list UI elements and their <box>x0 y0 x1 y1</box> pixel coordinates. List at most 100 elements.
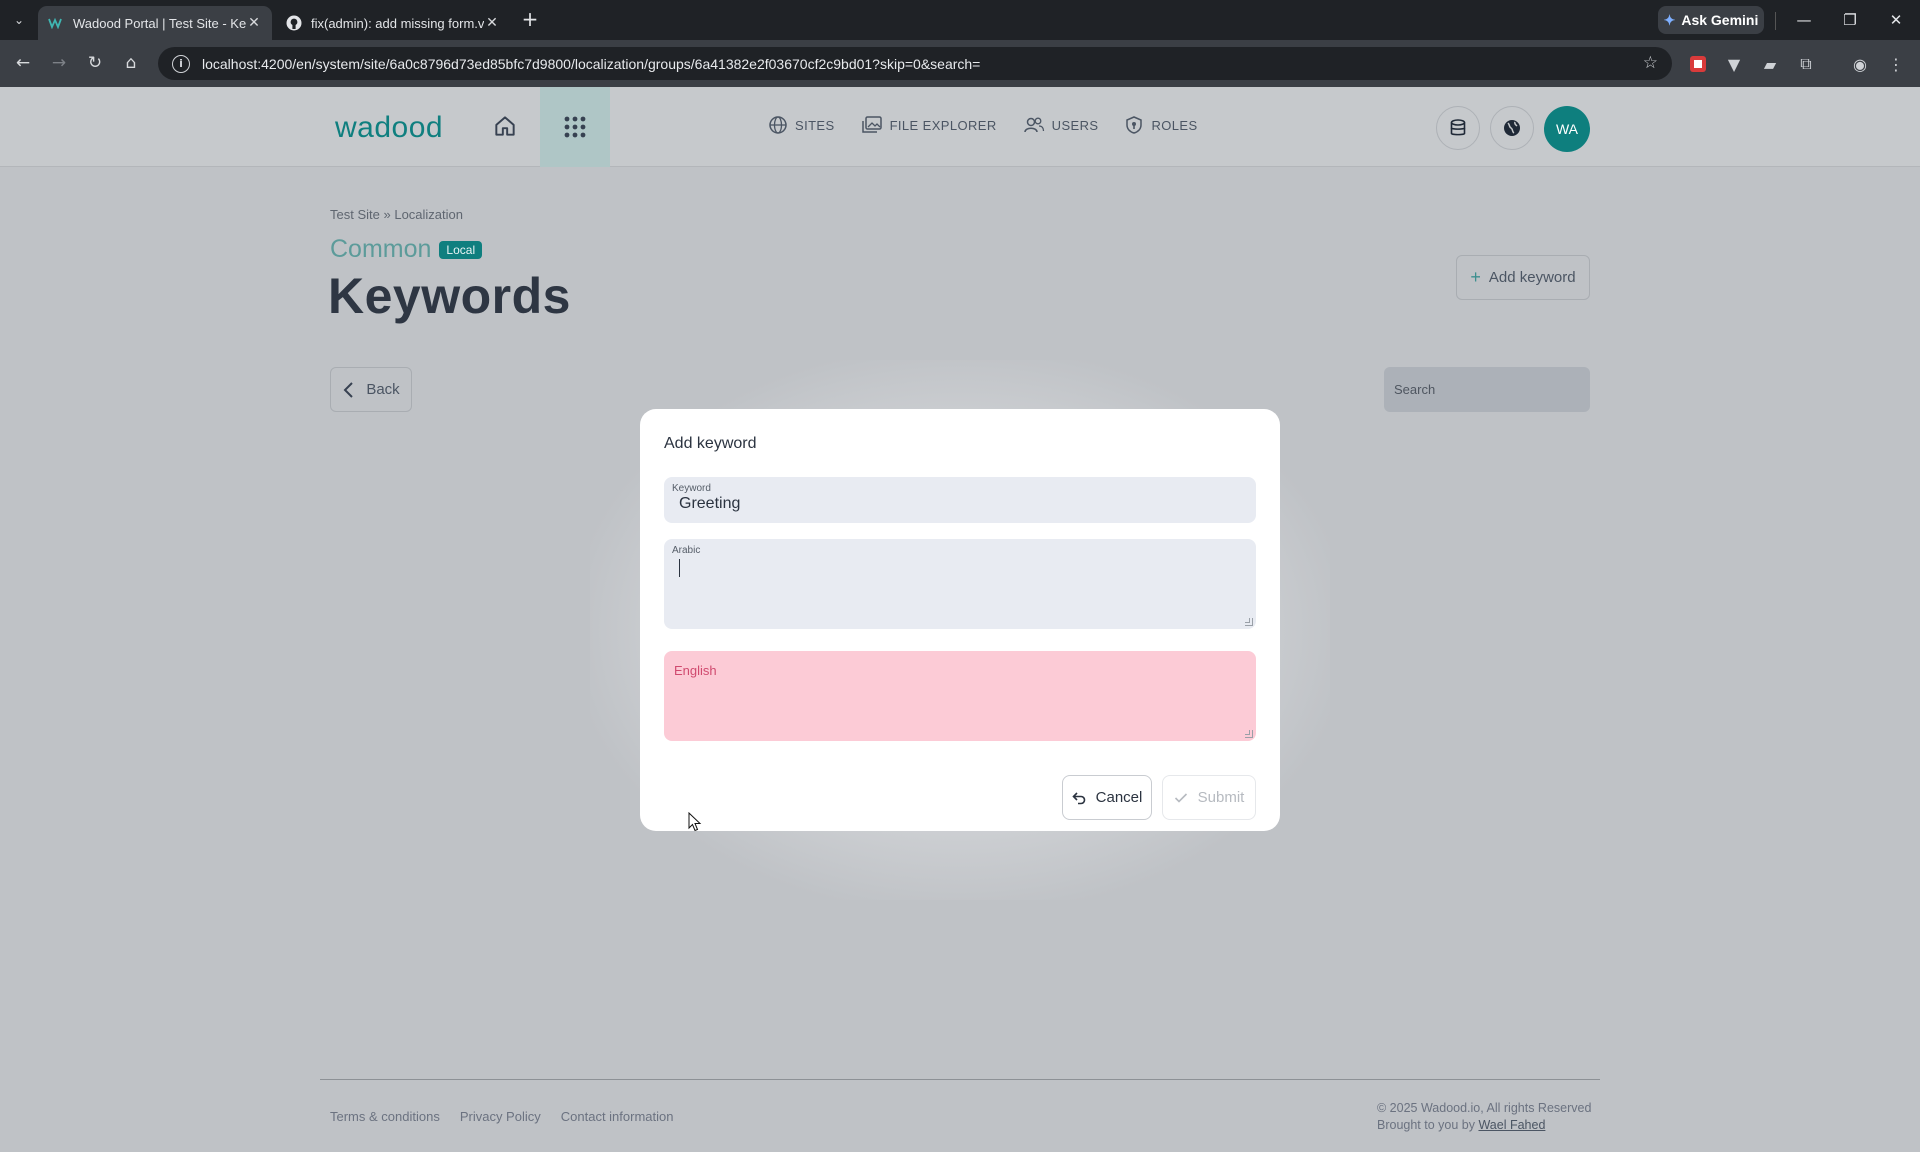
arabic-label: Arabic <box>672 545 701 556</box>
copyright-text: © 2025 Wadood.io, All rights Reserved <box>1377 1101 1592 1115</box>
tab-title: Wadood Portal | Test Site - Keywords <box>73 15 246 31</box>
forward-arrow-icon[interactable]: → <box>46 50 72 76</box>
menu-kebab-icon[interactable]: ⋮ <box>1884 52 1908 76</box>
breadcrumb-site[interactable]: Test Site <box>330 207 380 222</box>
breadcrumb-section[interactable]: Localization <box>394 207 463 222</box>
author-link[interactable]: Wael Fahed <box>1478 1118 1545 1132</box>
breadcrumb-separator: » <box>383 207 391 222</box>
extension-cards-icon[interactable]: ▰ <box>1758 52 1782 76</box>
apps-grid-icon <box>564 116 586 138</box>
nav-sites[interactable]: SITES <box>768 115 835 135</box>
gemini-sparkle-icon: ✦ <box>1663 11 1676 28</box>
home-icon[interactable] <box>492 113 518 139</box>
url-text: localhost:4200/en/system/site/6a0c8796d7… <box>202 55 981 72</box>
github-favicon-icon <box>286 15 302 31</box>
browser-tab-bar: ⌄ Wadood Portal | Test Site - Keywords ✕… <box>0 0 1920 40</box>
app-header: wadood SITES FILE EXPLORER USERS ROLES W… <box>0 87 1920 167</box>
restore-icon[interactable]: ❐ <box>1832 6 1868 34</box>
cancel-button[interactable]: Cancel <box>1062 775 1152 820</box>
back-arrow-icon[interactable]: ← <box>10 50 36 76</box>
new-tab-button[interactable]: + <box>518 8 542 32</box>
section-title: Common <box>330 235 432 263</box>
footer-link-contact[interactable]: Contact information <box>561 1109 674 1124</box>
back-button[interactable]: Back <box>330 367 412 412</box>
site-info-icon[interactable]: i <box>172 54 190 73</box>
english-label: English <box>674 663 717 678</box>
shield-icon <box>1126 116 1143 134</box>
add-keyword-button[interactable]: + Add keyword <box>1456 255 1590 300</box>
status-badge: Local <box>439 240 483 259</box>
chevron-left-icon <box>343 381 354 398</box>
avatar[interactable]: WA <box>1544 106 1590 152</box>
nav-file-explorer[interactable]: FILE EXPLORER <box>861 115 997 135</box>
resize-handle[interactable] <box>1245 730 1253 738</box>
browser-tab-active[interactable]: Wadood Portal | Test Site - Keywords ✕ <box>38 6 272 40</box>
submit-label: Submit <box>1197 789 1245 806</box>
ask-gemini-label: Ask Gemini <box>1681 12 1759 28</box>
footer-divider <box>320 1079 1600 1080</box>
tab-title: fix(admin): add missing form.value <box>311 15 484 31</box>
users-icon <box>1023 117 1044 133</box>
keyword-field[interactable]: Keyword Greeting <box>664 477 1256 523</box>
extension-red-icon[interactable] <box>1686 52 1710 76</box>
database-button[interactable] <box>1436 106 1480 150</box>
minimize-icon[interactable]: — <box>1786 6 1822 34</box>
credits-line: Brought to you by Wael Fahed <box>1377 1117 1591 1134</box>
nav-users-label: USERS <box>1051 117 1099 133</box>
undo-icon <box>1072 791 1085 804</box>
page-title: Keywords <box>328 268 571 324</box>
search-input[interactable] <box>1384 367 1590 412</box>
keyword-label: Keyword <box>672 483 711 494</box>
extensions-puzzle-icon[interactable]: ⧉ <box>1794 52 1818 76</box>
arabic-textarea[interactable]: Arabic <box>664 539 1256 629</box>
browser-toolbar: ← → ↻ ⌂ i localhost:4200/en/system/site/… <box>0 40 1920 87</box>
footer-link-privacy[interactable]: Privacy Policy <box>460 1109 541 1124</box>
apps-grid-button[interactable] <box>540 87 610 167</box>
browser-tab-inactive[interactable]: fix(admin): add missing form.value ✕ <box>276 6 510 40</box>
section-heading: Common Local <box>330 235 483 264</box>
add-keyword-dialog: Add keyword Keyword Greeting Arabic Engl… <box>640 409 1280 831</box>
mouse-cursor-icon <box>688 812 702 832</box>
add-keyword-label: Add keyword <box>1488 269 1576 286</box>
text-caret <box>679 559 680 577</box>
keyword-value: Greeting <box>679 495 741 512</box>
cancel-label: Cancel <box>1095 789 1143 806</box>
nav-file-explorer-label: FILE EXPLORER <box>889 117 997 133</box>
images-icon <box>861 116 882 133</box>
extension-v-icon[interactable]: ▼ <box>1722 52 1746 76</box>
address-bar[interactable]: i localhost:4200/en/system/site/6a0c8796… <box>158 47 1672 80</box>
footer-links: Terms & conditions Privacy Policy Contac… <box>330 1109 673 1124</box>
dialog-title: Add keyword <box>664 435 757 452</box>
profile-icon[interactable]: ◉ <box>1848 52 1872 76</box>
close-tab-icon[interactable]: ✕ <box>484 15 500 31</box>
nav-roles[interactable]: ROLES <box>1124 115 1197 135</box>
english-textarea[interactable]: English <box>664 651 1256 741</box>
nav-users[interactable]: USERS <box>1023 115 1099 135</box>
plus-icon: + <box>1470 267 1481 287</box>
footer-link-terms[interactable]: Terms & conditions <box>330 1109 440 1124</box>
submit-button[interactable]: Submit <box>1162 775 1256 820</box>
globe-icon <box>769 116 787 134</box>
main-nav: SITES FILE EXPLORER USERS ROLES <box>768 115 1198 135</box>
breadcrumb: Test Site » Localization <box>330 207 463 222</box>
tab-search-button[interactable]: ⌄ <box>6 8 32 32</box>
back-label: Back <box>366 381 400 398</box>
bookmark-star-icon[interactable]: ☆ <box>1643 53 1658 73</box>
footer-copyright: © 2025 Wadood.io, All rights Reserved Br… <box>1377 1100 1591 1134</box>
brought-by-text: Brought to you by <box>1377 1118 1475 1132</box>
ask-gemini-button[interactable]: ✦ Ask Gemini <box>1658 6 1764 34</box>
nav-roles-label: ROLES <box>1151 117 1198 133</box>
close-window-icon[interactable]: ✕ <box>1878 6 1914 34</box>
database-icon <box>1450 119 1466 136</box>
wadood-logo[interactable]: wadood <box>335 111 443 145</box>
home-icon[interactable]: ⌂ <box>118 50 144 76</box>
wadood-favicon-icon <box>48 15 64 31</box>
check-icon <box>1174 792 1187 803</box>
nav-sites-label: SITES <box>795 117 835 133</box>
globe-icon <box>1504 120 1520 136</box>
reload-icon[interactable]: ↻ <box>82 50 108 76</box>
language-button[interactable] <box>1490 106 1534 150</box>
resize-handle[interactable] <box>1245 618 1253 626</box>
divider <box>1775 12 1776 30</box>
close-tab-icon[interactable]: ✕ <box>246 15 262 31</box>
